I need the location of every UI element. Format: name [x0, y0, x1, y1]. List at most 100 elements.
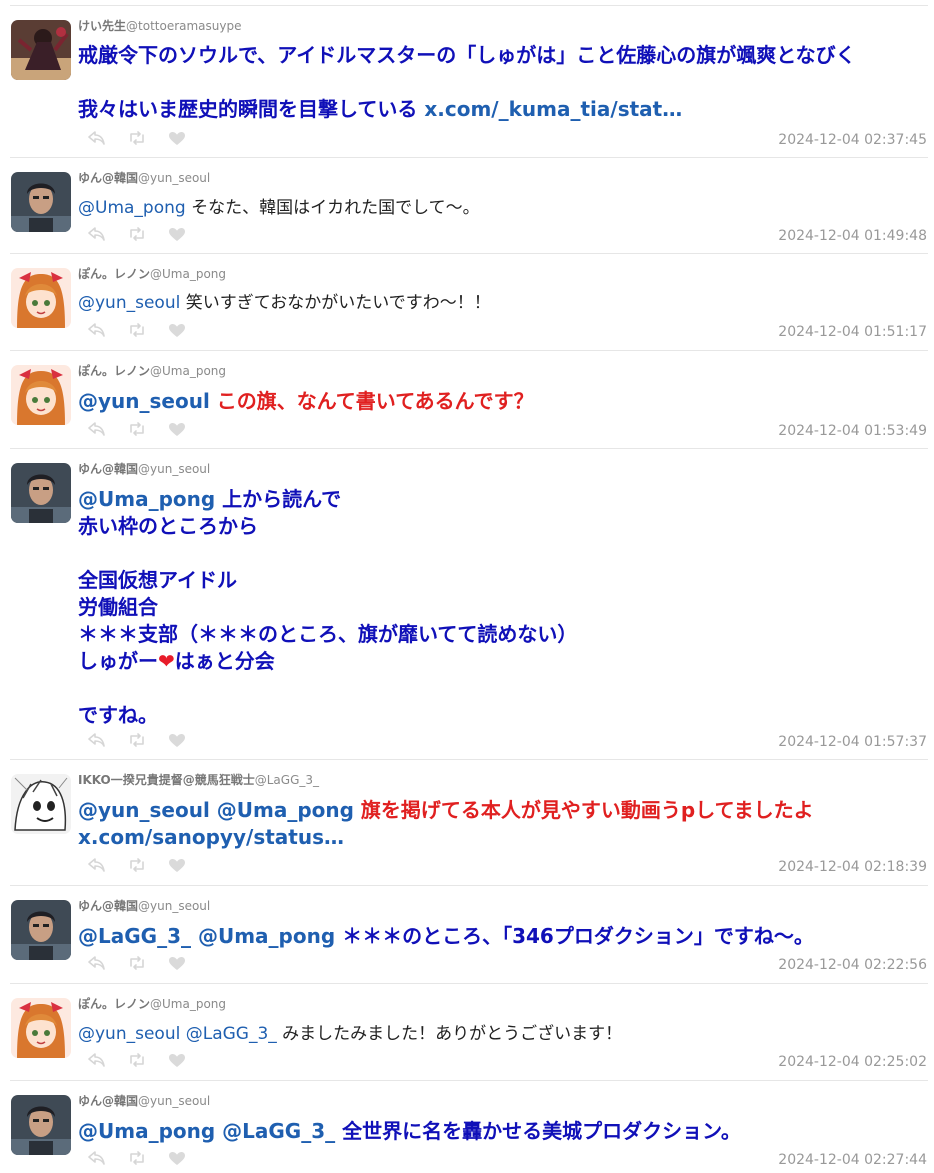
like-button[interactable] [168, 320, 208, 340]
retweet-icon [128, 956, 146, 970]
timestamp[interactable]: 2024-12-04 01:57:37 [778, 734, 927, 750]
like-button[interactable] [168, 224, 208, 244]
tweet-text-segment: 笑いすぎておなかがいたいですわ〜！！ [180, 293, 491, 313]
timestamp[interactable]: 2024-12-04 02:18:39 [778, 859, 927, 875]
tweet-text-segment: この旗、なんて書いてあるんです？ [209, 389, 534, 413]
handle: @Uma_pong [150, 997, 227, 1011]
author-line[interactable]: ぽん。レノン@Uma_pong [78, 362, 226, 379]
reply-button[interactable] [88, 855, 128, 875]
like-button[interactable] [168, 953, 208, 973]
display-name: ゆん@韓国 [78, 899, 139, 913]
action-bar [88, 1148, 208, 1168]
reply-button[interactable] [88, 224, 128, 244]
like-button[interactable] [168, 1148, 208, 1168]
author-line[interactable]: ぽん。レノン@Uma_pong [78, 995, 226, 1012]
avatar[interactable] [11, 900, 71, 960]
retweet-button[interactable] [128, 320, 168, 340]
url-link[interactable]: x.com/_kuma_tia/stat… [424, 97, 682, 121]
mention-link[interactable]: @Uma_pong [78, 198, 186, 218]
display-name: ぽん。レノン [78, 997, 151, 1011]
action-bar [88, 730, 208, 750]
handle: @Uma_pong [150, 364, 227, 378]
author-line[interactable]: ゆん@韓国@yun_seoul [78, 460, 210, 477]
timestamp[interactable]: 2024-12-04 02:27:44 [778, 1152, 927, 1168]
retweet-button[interactable] [128, 128, 168, 148]
mention-link[interactable]: @Uma_pong @LaGG_3_ [78, 1119, 335, 1143]
author-line[interactable]: ぽん。レノン@Uma_pong [78, 265, 226, 282]
timestamp[interactable]: 2024-12-04 02:22:56 [778, 957, 927, 973]
avatar[interactable] [11, 20, 71, 80]
avatar[interactable] [11, 365, 71, 425]
tweet: ゆん@韓国@yun_seoul @LaGG_3_ @Uma_pong ＊＊＊のと… [10, 885, 928, 983]
url-link[interactable]: x.com/sanopyy/status… [78, 825, 344, 849]
action-bar [88, 953, 208, 973]
author-line[interactable]: IKKO一揆兄貴提督@競馬狂戦士@LaGG_3_ [78, 771, 319, 788]
handle: @yun_seoul [138, 899, 211, 913]
tweet: ゆん@韓国@yun_seoul @Uma_pong 上から読んで 赤い枠のところ… [10, 448, 928, 759]
reply-icon [88, 131, 106, 145]
tweet-text-segment: そなた、韓国はイカれた国でして〜。 [185, 198, 480, 218]
handle: @yun_seoul [138, 171, 211, 185]
mention-link[interactable]: @yun_seoul [78, 293, 180, 313]
timestamp[interactable]: 2024-12-04 02:25:02 [778, 1054, 927, 1070]
mention-link[interactable]: @LaGG_3_ @Uma_pong [78, 924, 335, 948]
reply-button[interactable] [88, 1050, 128, 1070]
tweet: ゆん@韓国@yun_seoul @Uma_pong @LaGG_3_ 全世界に名… [10, 1080, 928, 1173]
reply-button[interactable] [88, 730, 128, 750]
reply-button[interactable] [88, 953, 128, 973]
tweet-text-segment: 全世界に名を轟かせる美城プロダクション。 [335, 1119, 741, 1143]
author-line[interactable]: ゆん@韓国@yun_seoul [78, 1092, 210, 1109]
avatar[interactable] [11, 268, 71, 328]
tweet-text: 戒厳令下のソウルで、アイドルマスターの「しゅがは」こと佐藤心の旗が颯爽となびく … [78, 42, 923, 123]
reply-button[interactable] [88, 128, 128, 148]
reply-icon [88, 858, 106, 872]
like-button[interactable] [168, 419, 208, 439]
mention-link[interactable]: @yun_seoul @LaGG_3_ [78, 1024, 277, 1044]
like-icon [168, 733, 186, 748]
like-icon [168, 1151, 186, 1166]
mention-link[interactable]: @yun_seoul @Uma_pong [78, 798, 354, 822]
retweet-button[interactable] [128, 730, 168, 750]
retweet-button[interactable] [128, 855, 168, 875]
retweet-icon [128, 422, 146, 436]
retweet-icon [128, 131, 146, 145]
tweet-text: @LaGG_3_ @Uma_pong ＊＊＊のところ、「346プロダクション」で… [78, 923, 923, 950]
tweet: ぽん。レノン@Uma_pong @yun_seoul @LaGG_3_ みました… [10, 983, 928, 1080]
tweet-text: @Uma_pong 上から読んで 赤い枠のところから 全国仮想アイドル 労働組合… [78, 486, 923, 729]
timestamp[interactable]: 2024-12-04 01:49:48 [778, 228, 927, 244]
like-button[interactable] [168, 855, 208, 875]
avatar[interactable] [11, 774, 71, 834]
action-bar [88, 320, 208, 340]
retweet-button[interactable] [128, 1148, 168, 1168]
tweet-text: @yun_seoul @LaGG_3_ みましたみました！ありがとうございます！ [78, 1023, 923, 1046]
action-bar [88, 419, 208, 439]
tweet-text: @Uma_pong @LaGG_3_ 全世界に名を轟かせる美城プロダクション。 [78, 1118, 923, 1145]
like-icon [168, 1053, 186, 1068]
author-line[interactable]: けい先生@tottoeramasuype [78, 17, 242, 34]
action-bar [88, 224, 208, 244]
retweet-button[interactable] [128, 1050, 168, 1070]
reply-button[interactable] [88, 320, 128, 340]
reply-button[interactable] [88, 1148, 128, 1168]
author-line[interactable]: ゆん@韓国@yun_seoul [78, 897, 210, 914]
retweet-button[interactable] [128, 224, 168, 244]
retweet-button[interactable] [128, 419, 168, 439]
like-button[interactable] [168, 1050, 208, 1070]
avatar[interactable] [11, 1095, 71, 1155]
tweet: IKKO一揆兄貴提督@競馬狂戦士@LaGG_3_ @yun_seoul @Uma… [10, 759, 928, 885]
reply-button[interactable] [88, 419, 128, 439]
like-button[interactable] [168, 730, 208, 750]
tweet: ゆん@韓国@yun_seoul @Uma_pong そなた、韓国はイカれた国でし… [10, 157, 928, 253]
timestamp[interactable]: 2024-12-04 01:53:49 [778, 423, 927, 439]
mention-link[interactable]: @Uma_pong [78, 487, 215, 511]
retweet-button[interactable] [128, 953, 168, 973]
avatar[interactable] [11, 998, 71, 1058]
like-button[interactable] [168, 128, 208, 148]
timestamp[interactable]: 2024-12-04 01:51:17 [778, 324, 927, 340]
tweet-text-segment: 旗を掲げてる本人が見やすい動画うpしてましたよ [360, 798, 814, 822]
author-line[interactable]: ゆん@韓国@yun_seoul [78, 169, 210, 186]
avatar[interactable] [11, 172, 71, 232]
timestamp[interactable]: 2024-12-04 02:37:45 [778, 132, 927, 148]
mention-link[interactable]: @yun_seoul [78, 389, 210, 413]
avatar[interactable] [11, 463, 71, 523]
